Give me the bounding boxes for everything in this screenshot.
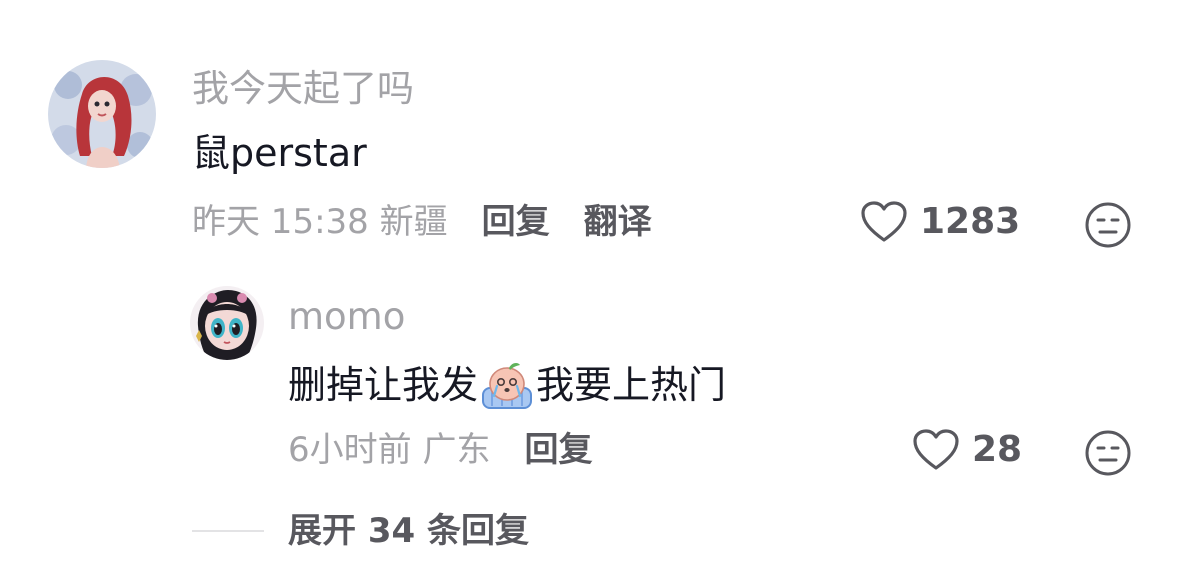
avatar[interactable] — [190, 286, 264, 360]
expand-replies-button[interactable]: 展开 34 条回复 — [288, 514, 529, 548]
reply-time-location: 6小时前 广东 — [288, 430, 491, 470]
reply-text: 删掉让我发 我要上热门 — [288, 360, 726, 410]
crying-peach-sticker-icon — [480, 360, 534, 410]
heart-icon — [861, 201, 907, 242]
comment-thread: 我今天起了吗 鼠perstar 昨天 15:38 新疆 回复 翻译 1283 m… — [0, 0, 1179, 588]
dislike-face-icon — [1085, 430, 1131, 476]
comment-meta: 昨天 15:38 新疆 回复 翻译 — [192, 205, 652, 239]
expand-divider — [192, 530, 264, 532]
like-button[interactable]: 1283 — [860, 200, 1020, 244]
like-count: 1283 — [920, 201, 1021, 242]
dislike-face-icon — [1085, 202, 1131, 248]
reply-username[interactable]: momo — [288, 298, 405, 335]
reply-button[interactable]: 回复 — [524, 433, 592, 467]
dislike-button[interactable] — [1084, 429, 1132, 477]
translate-button[interactable]: 翻译 — [584, 205, 652, 239]
reply-meta: 6小时前 广东 回复 — [288, 433, 592, 467]
reply-text-after: 我要上热门 — [536, 363, 727, 407]
comment-username[interactable]: 我今天起了吗 — [192, 70, 414, 107]
comment-text: 鼠perstar — [192, 131, 367, 175]
comment-time-location: 昨天 15:38 新疆 — [192, 202, 448, 242]
avatar-icon — [190, 286, 264, 360]
like-button[interactable]: 28 — [912, 428, 1022, 472]
like-count: 28 — [972, 429, 1023, 470]
heart-icon — [913, 429, 959, 470]
reply-button[interactable]: 回复 — [482, 205, 550, 239]
avatar-icon — [48, 60, 156, 168]
avatar[interactable] — [48, 60, 156, 168]
dislike-button[interactable] — [1084, 201, 1132, 249]
reply-text-before: 删掉让我发 — [288, 363, 479, 407]
